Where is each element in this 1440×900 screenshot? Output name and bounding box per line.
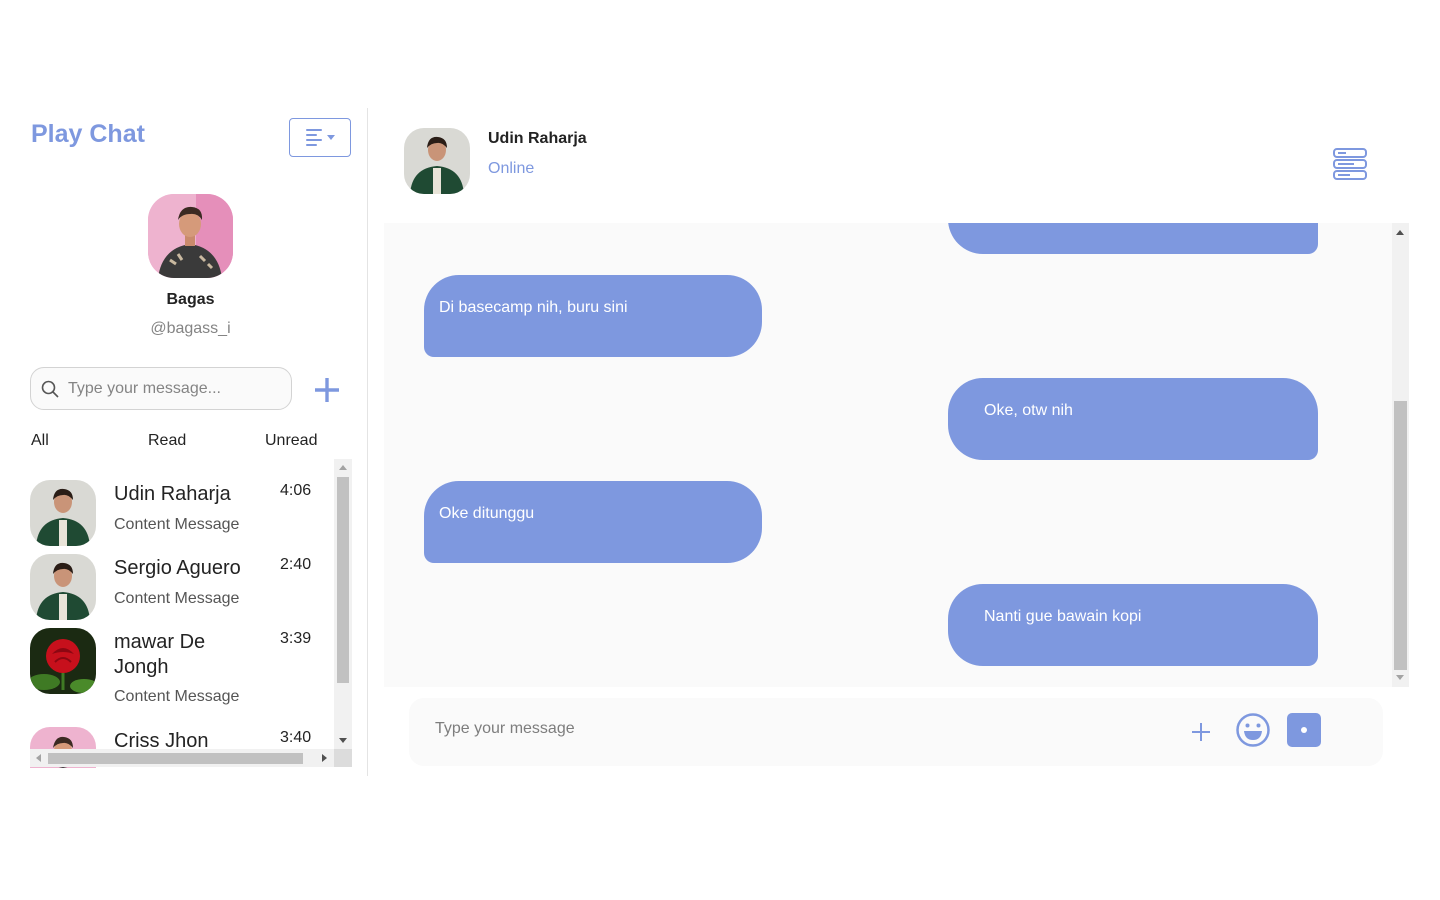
contact-name: Udin Raharja bbox=[114, 483, 231, 505]
scroll-down-icon[interactable] bbox=[339, 738, 347, 743]
message-bubble-out bbox=[948, 223, 1318, 254]
menu-button[interactable] bbox=[289, 118, 351, 157]
chat-list-horizontal-scrollbar[interactable] bbox=[30, 749, 334, 767]
message-preview: Content Message bbox=[114, 590, 240, 607]
message-preview: Content Message bbox=[114, 688, 240, 705]
profile-handle: @bagass_i bbox=[150, 320, 231, 337]
message-time: 3:39 bbox=[280, 630, 312, 647]
message-preview: Content Message bbox=[114, 516, 240, 533]
emoji-icon[interactable] bbox=[1235, 712, 1271, 748]
scroll-down-icon[interactable] bbox=[1396, 675, 1404, 680]
contact-avatar bbox=[30, 554, 96, 620]
message-time: 4:06 bbox=[280, 482, 312, 499]
scrollbar-corner bbox=[334, 749, 352, 767]
send-icon bbox=[1301, 727, 1307, 733]
tab-unread[interactable]: Unread bbox=[265, 432, 317, 450]
profile-photo bbox=[148, 194, 233, 278]
chat-header-avatar[interactable] bbox=[404, 128, 470, 194]
message-area: Di basecamp nih, buru sini Oke, otw nih … bbox=[384, 223, 1392, 687]
chat-contact-status: Online bbox=[488, 160, 535, 177]
send-button[interactable] bbox=[1287, 713, 1321, 747]
app-title: Play Chat bbox=[31, 120, 145, 148]
chat-list-vertical-scrollbar[interactable] bbox=[334, 459, 352, 749]
scrollbar-thumb[interactable] bbox=[337, 477, 349, 683]
tab-all[interactable]: All bbox=[31, 432, 49, 450]
scroll-up-icon[interactable] bbox=[339, 465, 347, 470]
stacked-menu-icon[interactable] bbox=[1332, 146, 1368, 182]
plus-icon[interactable] bbox=[311, 374, 343, 406]
scroll-up-icon[interactable] bbox=[1396, 230, 1404, 235]
message-input[interactable] bbox=[435, 720, 1135, 738]
profile-name: Bagas bbox=[166, 291, 215, 308]
message-composer bbox=[409, 698, 1383, 766]
message-area-scrollbar[interactable] bbox=[1392, 223, 1409, 687]
menu-lines-icon bbox=[305, 129, 322, 146]
scrollbar-thumb[interactable] bbox=[1394, 401, 1407, 670]
message-time: 3:40 bbox=[280, 729, 312, 746]
contact-name: mawar De Jongh bbox=[114, 631, 206, 678]
search-box[interactable] bbox=[30, 367, 292, 410]
chat-contact-name: Udin Raharja bbox=[488, 130, 587, 147]
profile-avatar[interactable] bbox=[148, 194, 233, 278]
scroll-left-icon[interactable] bbox=[36, 754, 41, 762]
contact-name: Sergio Aguero bbox=[114, 557, 241, 579]
message-bubble-out: Nanti gue bawain kopi bbox=[948, 584, 1318, 666]
tab-read[interactable]: Read bbox=[148, 432, 186, 450]
scrollbar-thumb[interactable] bbox=[48, 753, 303, 764]
message-bubble-in: Di basecamp nih, buru sini bbox=[424, 275, 762, 357]
contact-avatar bbox=[30, 628, 96, 694]
search-icon bbox=[41, 380, 59, 398]
message-time: 2:40 bbox=[280, 556, 312, 573]
scroll-right-icon[interactable] bbox=[322, 754, 327, 762]
chevron-down-icon bbox=[326, 135, 335, 140]
search-input[interactable] bbox=[68, 379, 278, 398]
chat-list: Udin Raharja 4:06 Content Message Sergio… bbox=[30, 460, 352, 768]
plus-icon[interactable] bbox=[1189, 720, 1213, 744]
message-bubble-out: Oke, otw nih bbox=[948, 378, 1318, 460]
message-bubble-in: Oke ditunggu bbox=[424, 481, 762, 563]
contact-avatar bbox=[30, 480, 96, 546]
filter-tabs: All Read Unread bbox=[31, 432, 331, 454]
